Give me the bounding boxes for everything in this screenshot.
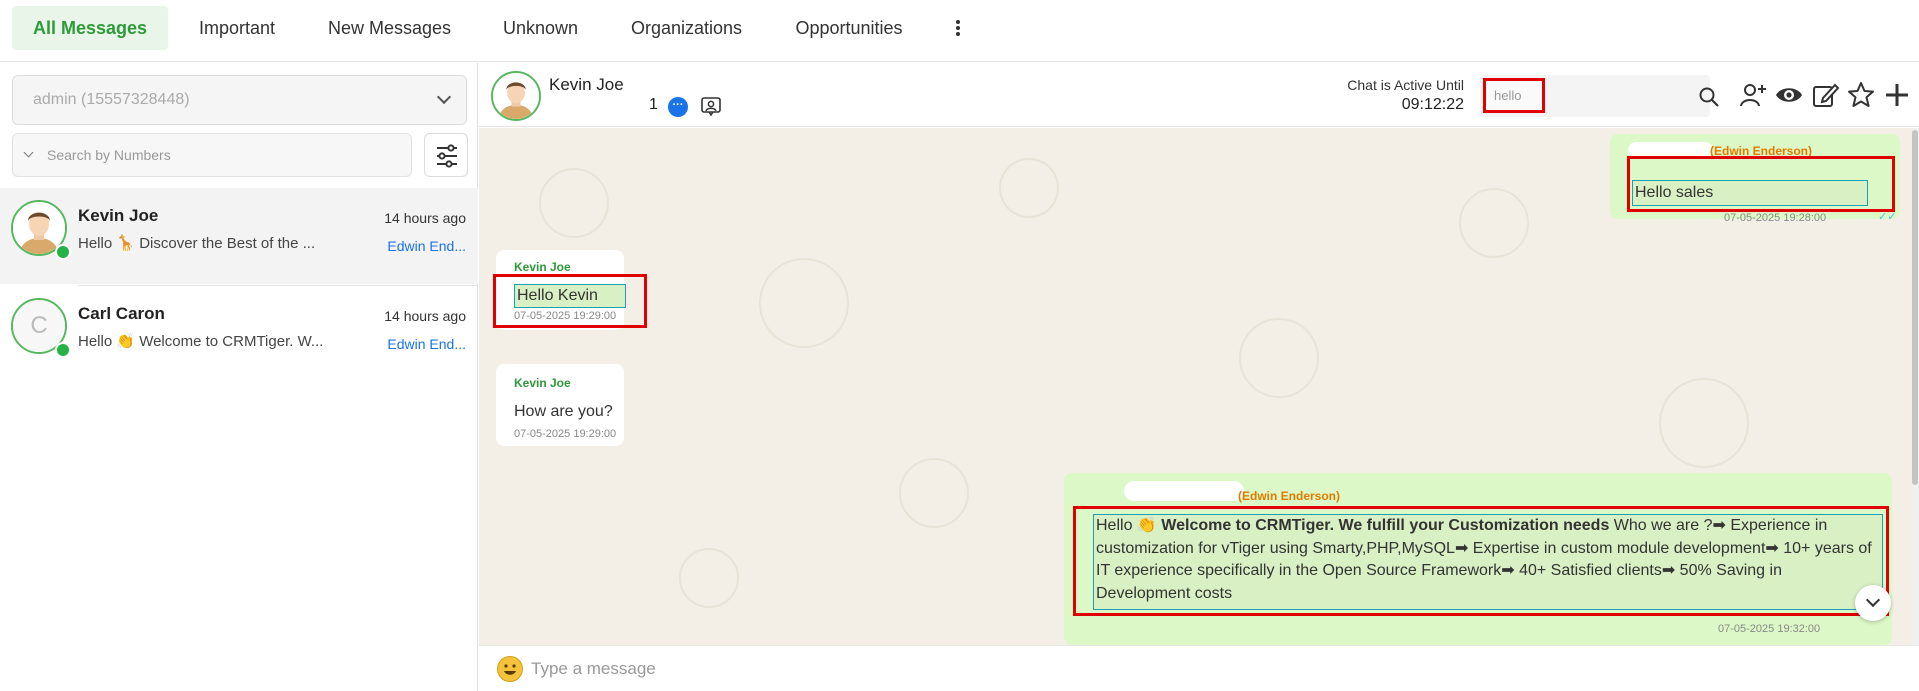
chat-active-label: Chat is Active Until xyxy=(1347,77,1464,93)
chevron-down-icon xyxy=(23,147,34,158)
kebab-menu-icon[interactable] xyxy=(950,18,966,40)
contact-preview: Hello 👏 Welcome to CRMTiger. W... xyxy=(78,333,324,350)
contact-time: 14 hours ago xyxy=(384,308,466,324)
assigned-agent-link[interactable]: Edwin End... xyxy=(387,238,466,254)
message-sender: (Edwin Enderson) xyxy=(1238,489,1340,503)
search-numbers-placeholder: Search by Numbers xyxy=(47,147,171,163)
annotation-highlight xyxy=(493,274,647,328)
add-user-icon[interactable] xyxy=(1737,79,1769,111)
message-sender: Kevin Joe xyxy=(514,260,571,274)
background-pattern xyxy=(899,458,969,528)
message-time: 07-05-2025 19:29:00 xyxy=(514,428,617,440)
eye-icon[interactable] xyxy=(1773,79,1805,111)
plus-icon[interactable] xyxy=(1881,79,1913,111)
tab-important[interactable]: Important xyxy=(182,6,292,50)
emoji-icon[interactable] xyxy=(497,656,523,682)
message-composer xyxy=(479,645,1919,691)
chat-header: Kevin Joe 1 ··· Chat is Active Until 09:… xyxy=(479,63,1919,127)
conversation-item-carl-caron[interactable]: C Carl Caron 14 hours ago Hello 👏 Welcom… xyxy=(0,286,478,382)
scrollbar-thumb[interactable] xyxy=(1912,130,1918,485)
account-select-value: admin (15557328448) xyxy=(33,91,190,108)
background-pattern xyxy=(1239,318,1319,398)
annotation-highlight xyxy=(1627,156,1895,212)
contact-name: Carl Caron xyxy=(78,304,165,323)
background-pattern xyxy=(679,548,739,608)
chat-search-value: hello xyxy=(1483,78,1545,113)
account-select[interactable]: admin (15557328448) xyxy=(12,75,467,125)
tab-unknown[interactable]: Unknown xyxy=(488,6,593,50)
tab-organizations[interactable]: Organizations xyxy=(614,6,759,50)
tab-all-messages[interactable]: All Messages xyxy=(12,6,168,50)
search-icon[interactable] xyxy=(1698,86,1720,108)
background-pattern xyxy=(539,168,609,238)
scroll-to-bottom-button[interactable] xyxy=(1855,585,1891,621)
top-tab-bar: All Messages Important New Messages Unkn… xyxy=(0,0,1919,62)
message-thread[interactable]: (Edwin Enderson) Hello sales 07-05-2025 … xyxy=(479,128,1919,645)
assigned-agent-link[interactable]: Edwin End... xyxy=(387,336,466,352)
tab-opportunities[interactable]: Opportunities xyxy=(780,6,918,50)
edit-icon[interactable] xyxy=(1809,79,1841,111)
contact-card-icon[interactable] xyxy=(700,95,722,117)
redacted-sender xyxy=(1124,481,1244,501)
conversation-item-kevin-joe[interactable]: Kevin Joe 14 hours ago Hello 🦒 Discover … xyxy=(0,188,478,284)
unread-count: 1 xyxy=(649,96,658,113)
chat-search-input[interactable]: hello xyxy=(1480,75,1719,117)
message-text: How are you? xyxy=(514,403,613,420)
filter-button[interactable] xyxy=(424,133,468,177)
whatsapp-icon xyxy=(55,244,71,260)
background-pattern xyxy=(1659,378,1749,468)
conversation-list-panel: admin (15557328448) Search by Numbers Ke… xyxy=(0,63,478,691)
star-icon[interactable] xyxy=(1845,79,1877,111)
tab-new-messages[interactable]: New Messages xyxy=(312,6,467,50)
whatsapp-icon xyxy=(55,342,71,358)
background-pattern xyxy=(1459,188,1529,258)
scrollbar[interactable] xyxy=(1911,128,1919,645)
chat-bubble-icon[interactable]: ··· xyxy=(668,97,688,117)
chevron-down-icon xyxy=(1865,592,1881,608)
contact-time: 14 hours ago xyxy=(384,210,466,226)
chevron-down-icon xyxy=(436,89,452,105)
avatar[interactable] xyxy=(491,71,541,121)
chat-active-time: 09:12:22 xyxy=(1401,96,1464,113)
message-input[interactable] xyxy=(531,654,1891,684)
message-time: 07-05-2025 19:28:00 xyxy=(1724,212,1827,224)
chat-contact-name: Kevin Joe xyxy=(549,75,624,94)
contact-name: Kevin Joe xyxy=(78,206,159,225)
message-time: 07-05-2025 19:32:00 xyxy=(1718,623,1821,635)
contact-preview: Hello 🦒 Discover the Best of the ... xyxy=(78,235,316,252)
annotation-highlight xyxy=(1073,506,1889,616)
message-sender: Kevin Joe xyxy=(514,376,571,390)
filter-icon xyxy=(437,144,457,168)
background-pattern xyxy=(999,158,1059,218)
message-bubble-incoming[interactable]: Kevin Joe How are you? 07-05-2025 19:29:… xyxy=(496,364,624,446)
search-numbers-input[interactable]: Search by Numbers xyxy=(12,133,412,177)
background-pattern xyxy=(759,258,849,348)
